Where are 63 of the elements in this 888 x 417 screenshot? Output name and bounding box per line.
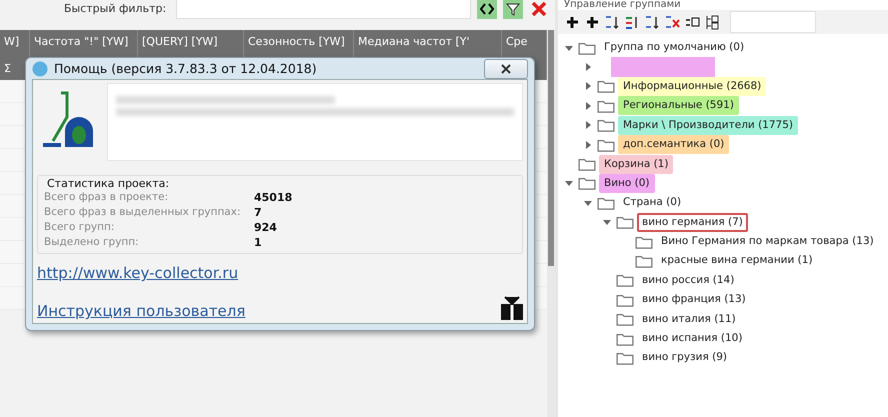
stat-value: 924	[254, 220, 277, 235]
tree-item[interactable]: вино россия (14)	[637, 270, 740, 290]
tree-item[interactable]: вино испания (10)	[637, 329, 748, 348]
folder-icon	[597, 138, 615, 152]
folder-icon	[616, 332, 634, 346]
folder-icon	[616, 350, 634, 365]
tree-structure-icon[interactable]	[704, 14, 721, 30]
tree-item[interactable]: Страна (0)	[618, 193, 686, 212]
filter-label: Быстрый фильтр:	[64, 2, 166, 16]
tree-item[interactable]: вино франция (13)	[637, 290, 751, 310]
code-brackets-icon[interactable]	[477, 0, 498, 19]
close-icon	[500, 64, 512, 74]
stat-label: Всего фраз в выделенных группах:	[44, 205, 242, 220]
folder-icon	[616, 312, 634, 326]
folder-icon	[597, 98, 615, 113]
folder-icon	[616, 292, 634, 307]
tree-item[interactable]: красные вина германии (1)	[656, 251, 818, 270]
clear-sort-icon[interactable]	[664, 14, 681, 30]
folder-icon	[578, 176, 596, 190]
close-button[interactable]	[484, 58, 528, 78]
website-link[interactable]: http://www.key-collector.ru	[37, 264, 523, 282]
collapsed-arrow-icon[interactable]	[583, 100, 593, 111]
filter-field[interactable]	[176, 0, 472, 19]
tree-item[interactable]: Корзина (1)	[599, 154, 674, 174]
tree-item[interactable]: Вино (0)	[599, 174, 655, 193]
folder-icon	[597, 79, 615, 94]
expanded-arrow-icon[interactable]	[564, 178, 574, 188]
tree-item[interactable]: Информационные (2668)	[618, 76, 766, 96]
stat-value: 45018	[254, 190, 292, 205]
folder-icon	[616, 273, 634, 288]
scrollbar-thumb[interactable]	[548, 30, 554, 266]
tree-item[interactable]: вино германия (7)	[637, 212, 748, 232]
tree-item[interactable]: доп.семантика (0)	[618, 135, 730, 154]
folder-icon	[578, 157, 596, 172]
folder-icon	[578, 40, 596, 55]
folder-icon	[597, 196, 615, 210]
gift-icon[interactable]	[501, 296, 523, 320]
stat-label: Всего фраз в проекте:	[44, 190, 170, 205]
stat-value: 1	[254, 235, 262, 250]
help-icon	[32, 60, 48, 76]
tree-item[interactable]: Вино Германия по маркам товара (13)	[656, 232, 879, 252]
tree-item[interactable]: Марки \ Производители (1775)	[618, 116, 798, 135]
filter-icon[interactable]	[503, 0, 523, 19]
collapsed-arrow-icon[interactable]	[583, 120, 593, 130]
stat-label: Выделено групп:	[44, 235, 140, 250]
folder-icon	[635, 254, 653, 268]
collapsed-arrow-icon[interactable]	[583, 81, 593, 92]
tree-item[interactable]: Группа по умолчанию (0)	[599, 38, 750, 58]
tree-item[interactable]: вино грузия (9)	[637, 348, 732, 368]
tree-item[interactable]: вино италия (11)	[637, 310, 741, 329]
folder-icon	[635, 234, 653, 249]
collapsed-arrow-icon[interactable]	[583, 62, 593, 72]
folder-icon	[597, 118, 615, 132]
stat-label: Всего групп:	[44, 220, 116, 235]
collapsed-arrow-icon[interactable]	[583, 140, 593, 150]
panel-title: Управление группами	[563, 0, 682, 10]
folder-icon	[616, 215, 634, 230]
stat-value: 7	[254, 205, 262, 220]
manual-link[interactable]: Инструкция пользователя	[37, 302, 246, 320]
expanded-arrow-icon[interactable]	[602, 217, 612, 228]
sum-symbol[interactable]: Σ	[4, 62, 11, 75]
tree-item[interactable]: Региональные (591)	[618, 96, 739, 116]
search-field[interactable]	[730, 11, 816, 33]
